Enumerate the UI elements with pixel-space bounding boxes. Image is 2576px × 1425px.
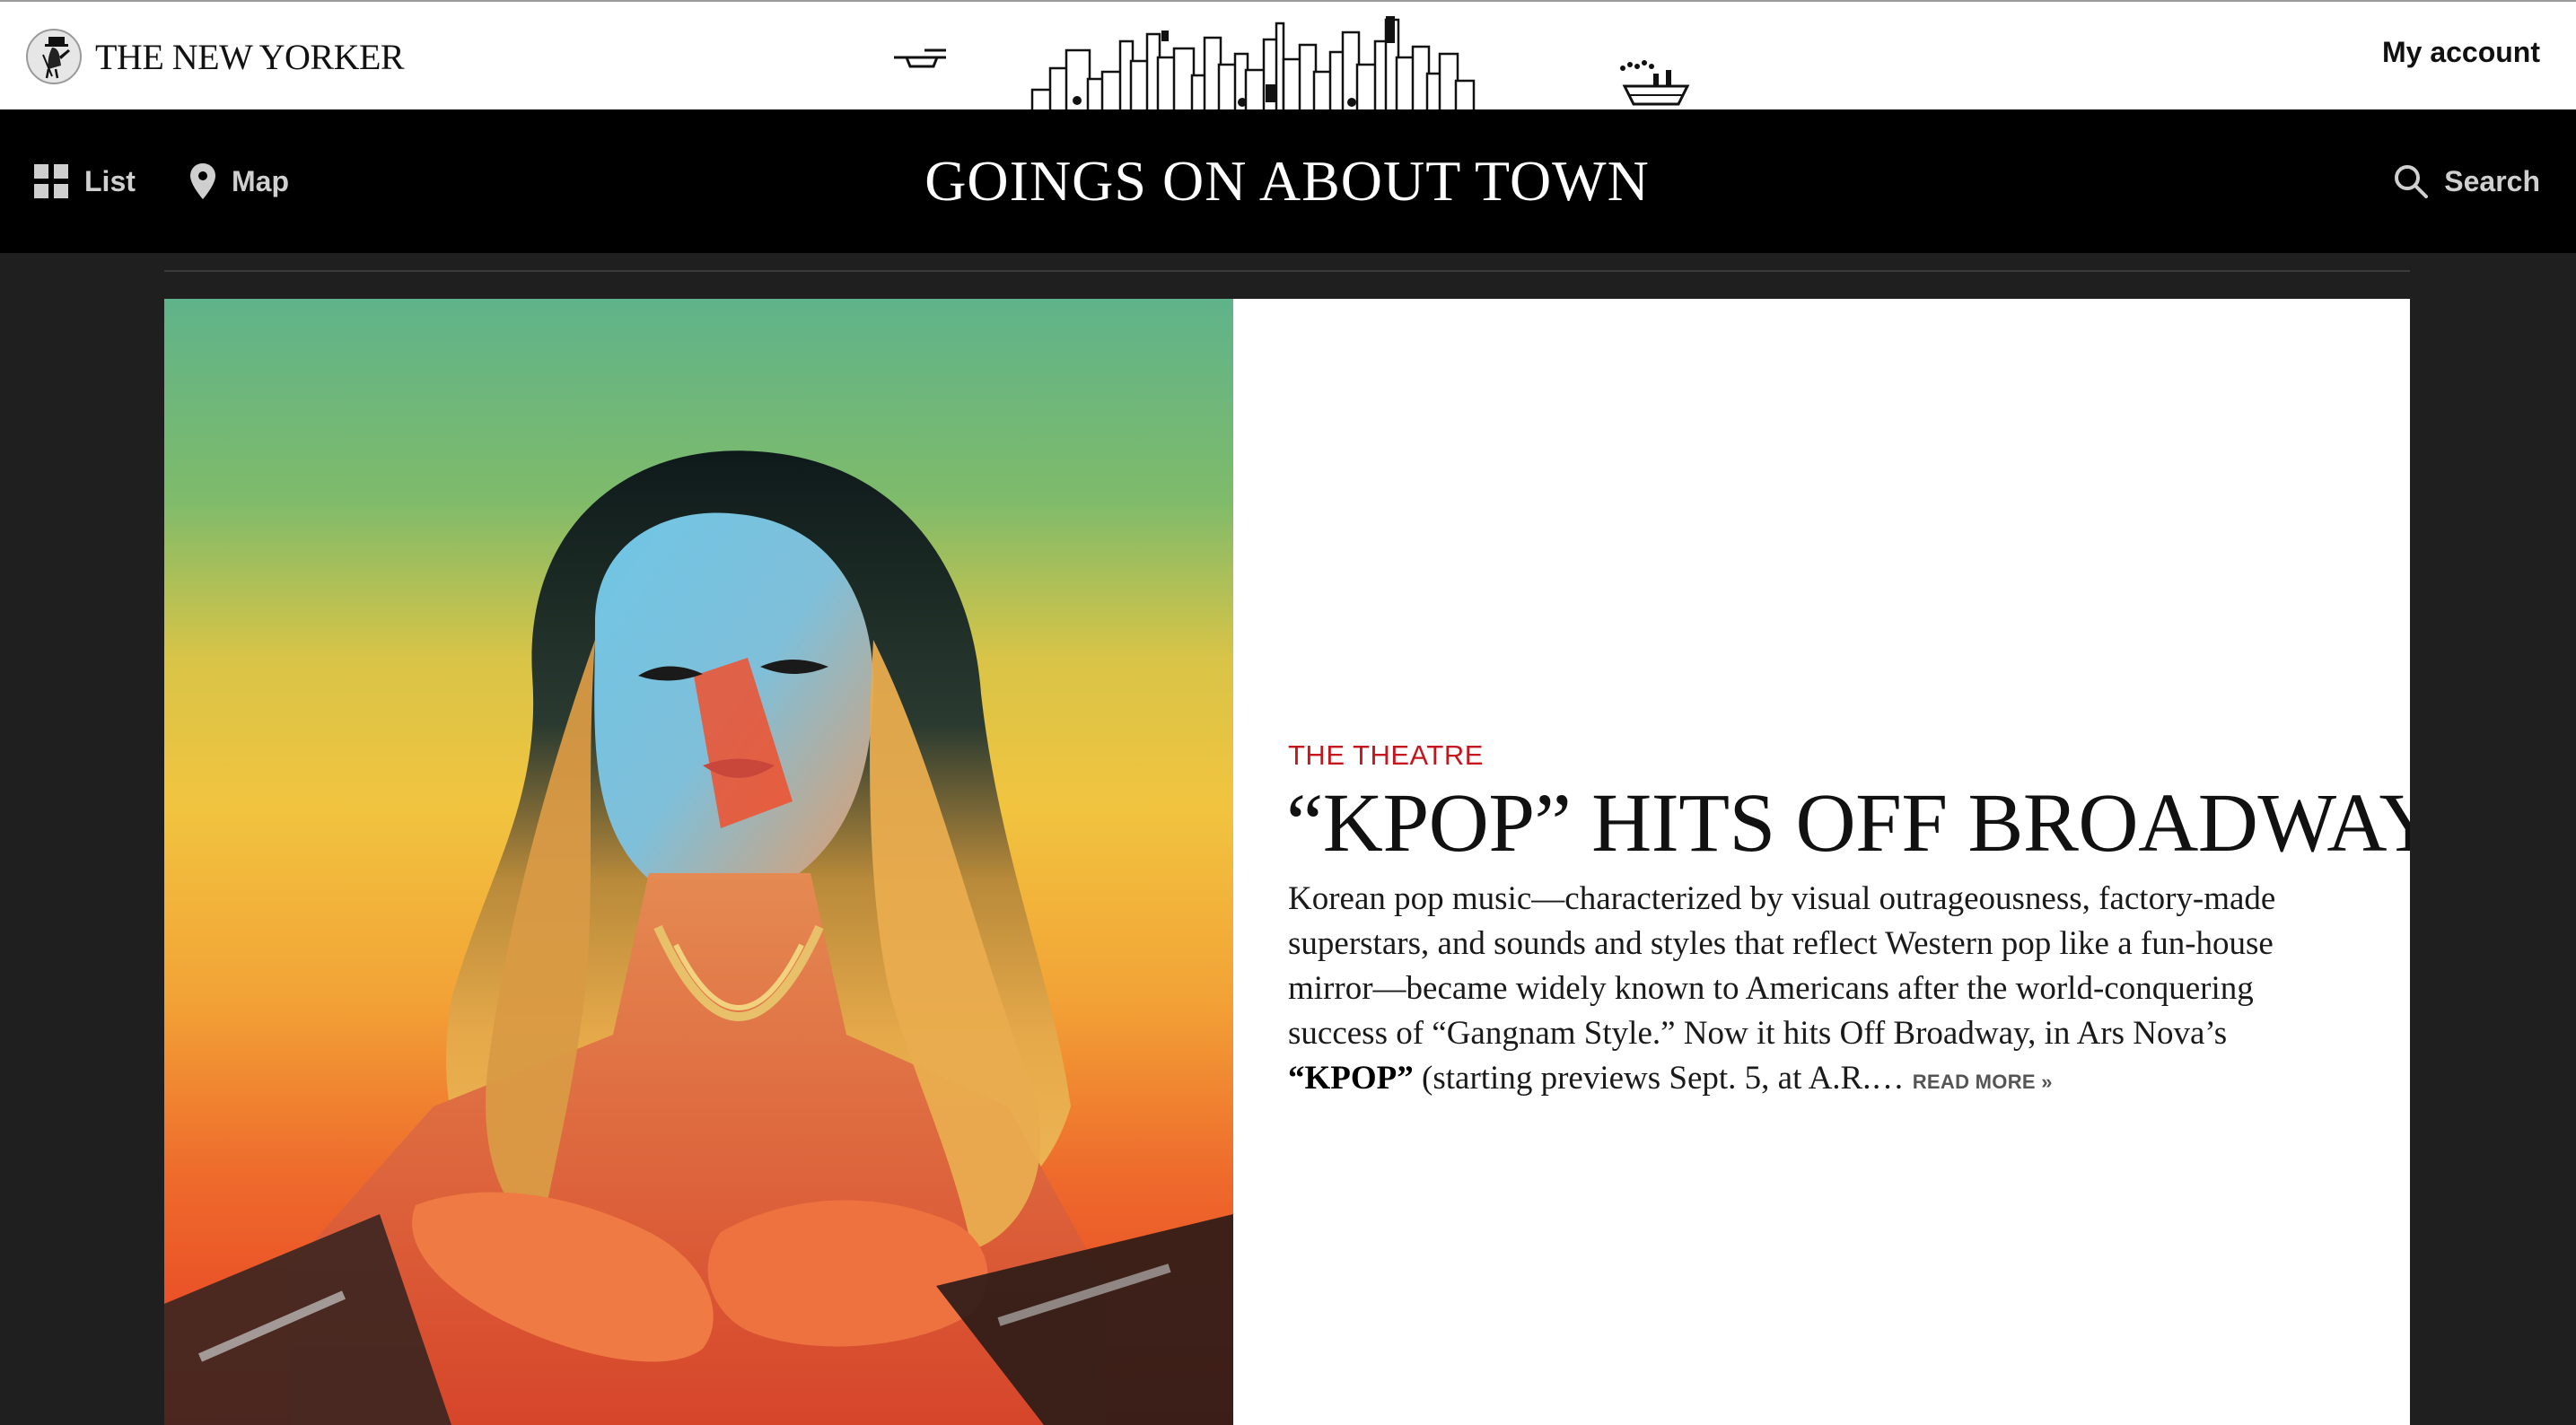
featured-article-photo[interactable] [164, 299, 1233, 1425]
article-summary-tail: (starting previews Sept. 5, at A.R.… [1413, 1060, 1905, 1097]
site-logo[interactable]: THE NEW YORKER [25, 27, 405, 86]
featured-article-text: THE THEATRE “KPOP” HITS OFF BROADWAY Kor… [1286, 299, 2410, 1425]
article-headline[interactable]: “KPOP” HITS OFF BROADWAY [1286, 782, 2410, 865]
section-title-text: GOINGS ON ABOUT TOWN [924, 149, 1650, 213]
nyc-skyline-illustration [894, 16, 1690, 111]
masthead: THE NEW YORKER My account [0, 0, 2576, 111]
article-summary: Korean pop music—characterized by visual… [1288, 877, 2356, 1105]
show-title-bold: “KPOP” [1288, 1060, 1414, 1097]
search-icon [2395, 165, 2429, 198]
performer-portrait-image [164, 299, 1233, 1425]
search-label: Search [2444, 164, 2540, 197]
my-account-link[interactable]: My account [2382, 36, 2540, 69]
read-more-link[interactable]: READ MORE » [1913, 1071, 2053, 1093]
section-title[interactable]: GOINGS ON ABOUT TOWN [0, 109, 2576, 253]
eustace-tilley-seal-icon [26, 29, 82, 84]
search-button[interactable]: Search [2394, 109, 2540, 253]
goings-on-navbar: List Map GOINGS ON ABOUT TOWN Search [0, 109, 2576, 253]
content-divider [164, 270, 2410, 272]
brand-name: THE NEW YORKER [95, 36, 405, 77]
featured-article-card[interactable]: THE THEATRE “KPOP” HITS OFF BROADWAY Kor… [164, 299, 2410, 1425]
article-section-label[interactable]: THE THEATRE [1288, 739, 1484, 772]
article-summary-text: Korean pop music—characterized by visual… [1288, 880, 2276, 1052]
